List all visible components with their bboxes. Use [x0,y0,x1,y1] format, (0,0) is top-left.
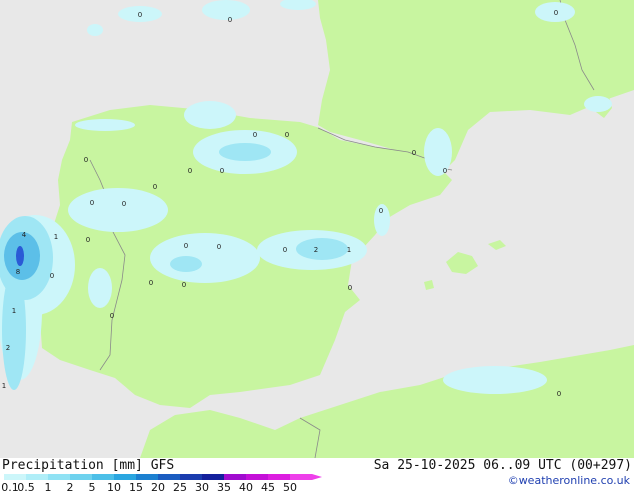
legend-tick-label: 2 [66,481,74,494]
value-label: 0 [443,167,447,175]
precip-area [296,238,348,260]
model-name: GFS [150,458,175,473]
value-label: 0 [110,312,114,320]
precip-area [202,0,250,20]
precipitation-map-view: 0 0 0 0 0 0 0 0 0 0 0 0 4 1 0 8 0 1 2 1 … [0,0,634,494]
value-label: 2 [314,246,318,254]
value-label: 0 [283,246,287,254]
footer-bar: Precipitation [mm] GFS Sa 25-10-2025 06.… [0,458,634,494]
value-label: 0 [184,242,188,250]
legend-tick-label: 35 [217,481,231,494]
precip-area [150,233,260,283]
legend-tick-label: 20 [151,481,165,494]
value-label: 0 [122,200,126,208]
legend-swatch [26,474,48,480]
precipitation-title: Precipitation [mm] GFS [2,458,175,473]
precip-area [584,96,612,112]
legend-swatch [202,474,224,480]
value-label: 1 [2,382,6,390]
legend-tick-label: 0.1 [1,481,19,494]
legend-swatch [4,474,26,480]
legend-tick-label: 1 [44,481,52,494]
legend-swatch [246,474,268,480]
legend-swatch [290,474,312,480]
legend-tick-label: 10 [107,481,121,494]
legend-tick-label: 5 [88,481,96,494]
legend-tick-label: 50 [283,481,297,494]
value-label: 0 [379,207,383,215]
value-label: 1 [12,307,16,315]
value-label: 0 [84,156,88,164]
precip-area [424,128,452,176]
legend-swatch [48,474,70,480]
value-label: 2 [6,344,10,352]
value-label: 0 [412,149,416,157]
precip-area [219,143,271,161]
precip-area [16,246,24,266]
legend-swatch [180,474,202,480]
legend-swatch [158,474,180,480]
credit-link[interactable]: ©weatheronline.co.uk [508,474,630,487]
precip-area [75,119,135,131]
value-label: 0 [86,236,90,244]
legend-tick-label: 0.5 [17,481,35,494]
value-label: 1 [54,233,58,241]
value-label: 0 [149,279,153,287]
valid-time: Sa 25-10-2025 06..09 UTC (00+297) [373,458,632,473]
value-label: 0 [182,281,186,289]
legend-swatch [70,474,92,480]
legend-tick-label: 45 [261,481,275,494]
value-label: 0 [220,167,224,175]
value-label: 0 [253,131,257,139]
value-label: 0 [554,9,558,17]
value-label: 1 [347,246,351,254]
value-label: 0 [217,243,221,251]
legend-tick-label: 25 [173,481,187,494]
precip-area [184,101,236,129]
legend-tick-label: 30 [195,481,209,494]
value-label: 0 [188,167,192,175]
legend-swatch [136,474,158,480]
legend-tick-label: 15 [129,481,143,494]
legend-swatch [92,474,114,480]
legend-swatch [268,474,290,480]
value-label: 0 [50,272,54,280]
value-label: 4 [22,231,27,239]
precip-area [68,188,168,232]
legend-arrow [312,474,322,480]
value-label: 0 [557,390,561,398]
legend-swatch [224,474,246,480]
legend-tick-label: 40 [239,481,253,494]
precip-area [87,24,103,36]
precip-area [443,366,547,394]
legend-swatch [114,474,136,480]
value-label: 0 [153,183,157,191]
value-label: 0 [138,11,142,19]
value-label: 0 [348,284,352,292]
value-label: 0 [228,16,232,24]
value-label: 8 [16,268,20,276]
precip-area [170,256,202,272]
precip-area [88,268,112,308]
value-label: 0 [285,131,289,139]
value-label: 0 [90,199,94,207]
precip-area [2,270,26,390]
precipitation-map: 0 0 0 0 0 0 0 0 0 0 0 0 4 1 0 8 0 1 2 1 … [0,0,634,458]
